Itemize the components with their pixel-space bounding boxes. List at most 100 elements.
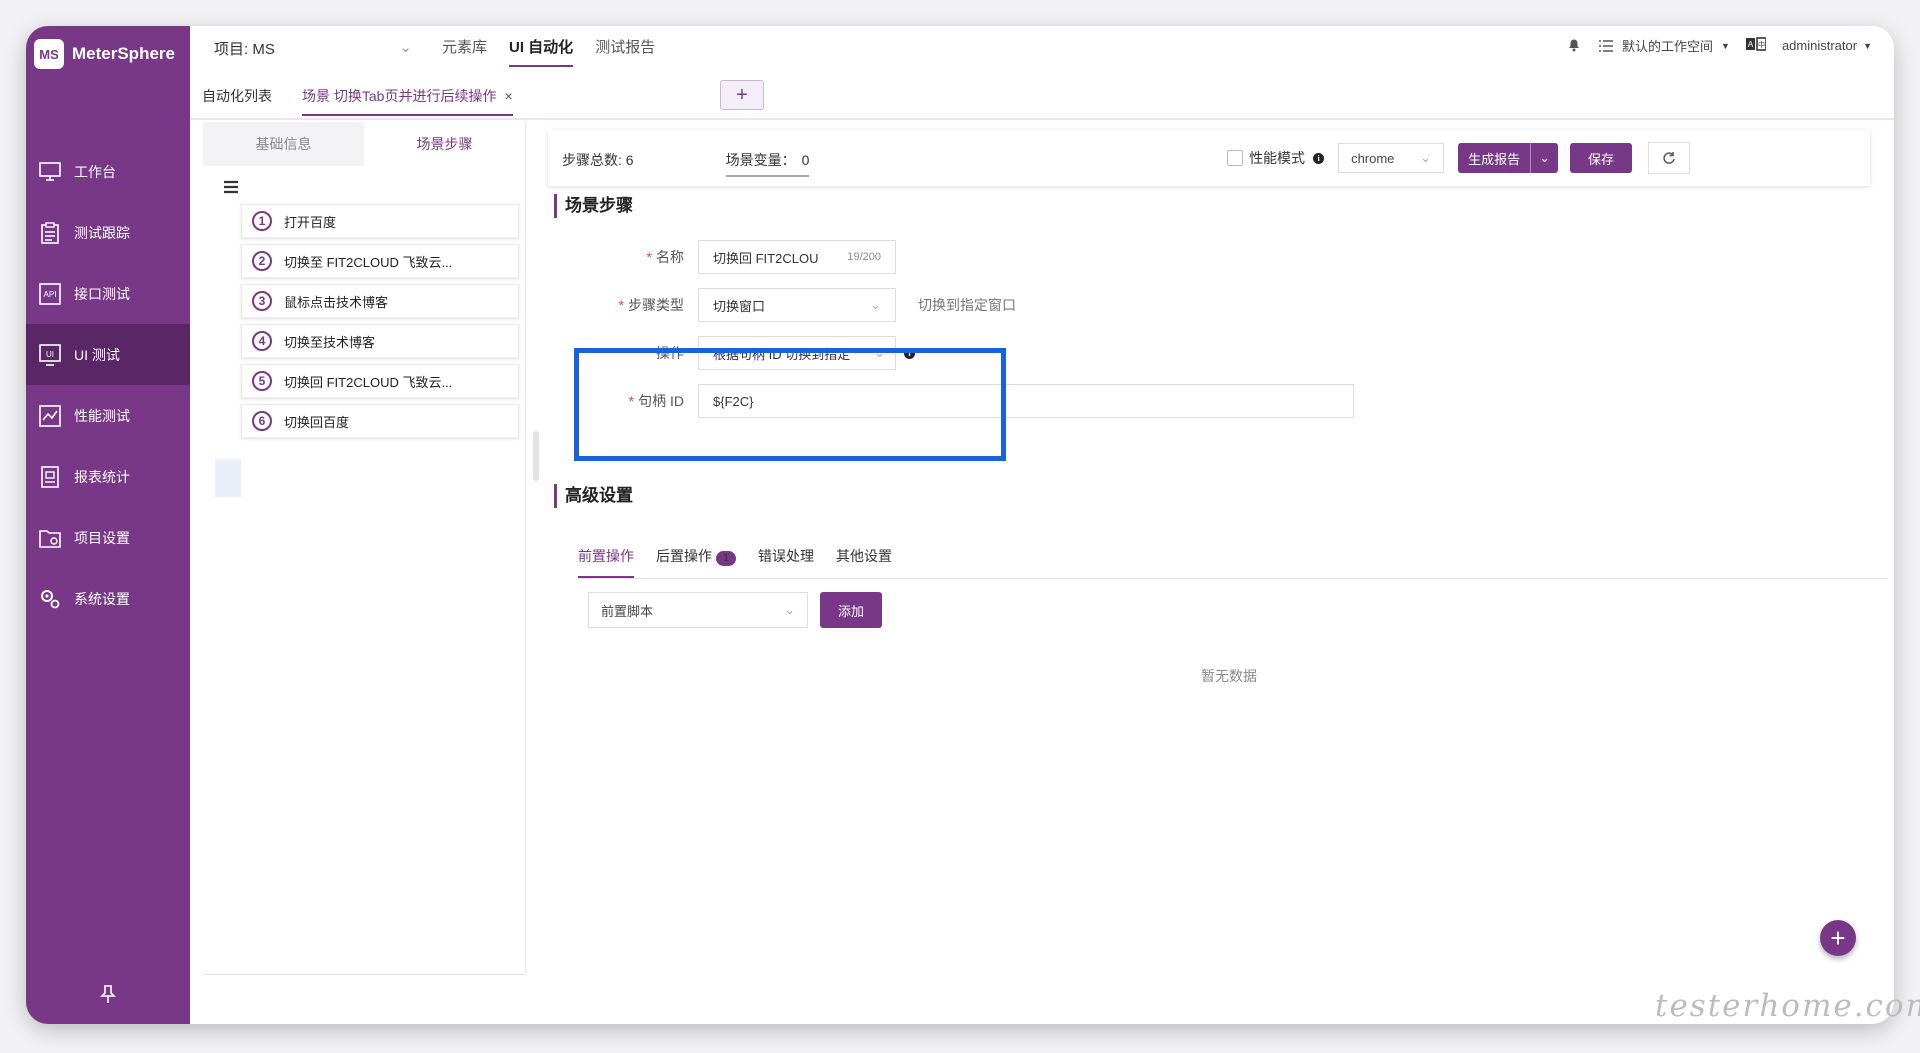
tab-post-operation[interactable]: 后置操作 1 (656, 546, 736, 578)
bell-icon[interactable] (1566, 36, 1582, 55)
annotation-highlight-box (574, 348, 1006, 461)
sidebar-item-test-track[interactable]: 测试跟踪 (26, 202, 190, 263)
tab-scenario-label: 场景 切换Tab页并进行后续操作 (302, 88, 497, 104)
step-item[interactable]: 1 打开百度 (241, 204, 519, 238)
user-menu[interactable]: administrator ▼ (1782, 38, 1872, 53)
logo-icon: MS (34, 39, 64, 69)
step-type-note: 切换到指定窗口 (918, 297, 1016, 313)
workspace-label: 默认的工作空间 (1622, 39, 1714, 54)
user-name: administrator (1781, 38, 1858, 53)
tab-other-settings[interactable]: 其他设置 (836, 546, 892, 578)
sidebar-item-ui-test[interactable]: UI UI 测试 (26, 324, 190, 385)
chart-line-icon (38, 404, 62, 428)
step-label: 切换至技术博客 (284, 334, 376, 350)
panel-tabs: 基础信息 场景步骤 (203, 122, 525, 166)
tab-error-handling[interactable]: 错误处理 (758, 546, 814, 578)
menu-icon[interactable] (223, 180, 241, 196)
report-icon (38, 465, 62, 489)
perf-mode-checkbox[interactable]: 性能模式 i (1227, 148, 1325, 168)
step-tree-panel: 基础信息 场景步骤 1 打开百度 2 切换至 FIT2CLOUD 飞致云... 3鼠… (203, 122, 526, 975)
checkbox-box (1227, 150, 1244, 166)
step-item[interactable]: 3 鼠标点击技术博客 (241, 284, 519, 318)
app-name: MeterSphere (72, 44, 175, 63)
empty-state-text: 暂无数据 (1201, 668, 1257, 684)
step-type-label-text: 步骤类型 (628, 297, 684, 313)
sidebar-item-system-settings[interactable]: 系统设置 (26, 568, 190, 629)
sidebar-item-performance-test[interactable]: 性能测试 (26, 385, 190, 446)
step-label: 打开百度 (284, 214, 337, 230)
step-item[interactable]: 2 切换至 FIT2CLOUD 飞致云... (241, 244, 519, 278)
top-header: 项目: MS ⌄ 元素库 UI 自动化 测试报告 默认的工作空间 ▼ A中 ad… (190, 26, 1894, 72)
scene-variables-link[interactable]: 场景变量： 0 (725, 150, 810, 177)
save-button[interactable]: 保存 (1569, 143, 1632, 173)
workspace-selector[interactable]: 默认的工作空间 ▼ (1598, 36, 1730, 55)
sidebar-item-label: UI 测试 (74, 346, 120, 363)
header-right: 默认的工作空间 ▼ A中 administrator ▼ (1566, 36, 1872, 55)
browser-select[interactable]: chrome ⌄ (1338, 143, 1445, 173)
nav-test-report[interactable]: 测试报告 (595, 36, 655, 67)
watermark: testerhome.com (1655, 988, 1920, 1024)
step-number: 1 (252, 211, 272, 231)
caret-down-icon: ▼ (1863, 40, 1872, 51)
add-step-button[interactable]: + (1820, 920, 1856, 956)
panel-resize-handle[interactable] (533, 431, 539, 481)
step-total: 步骤总数: 6 (562, 152, 634, 168)
sidebar-item-workbench[interactable]: 工作台 (26, 141, 190, 202)
step-item[interactable]: 6 切换回百度 (241, 404, 519, 438)
tab-automation-list[interactable]: 自动化列表 (202, 86, 272, 106)
app-logo[interactable]: MS MeterSphere (34, 34, 175, 74)
caret-down-icon: ▼ (1721, 40, 1730, 51)
sidebar-item-label: 项目设置 (74, 529, 130, 546)
sidebar-item-label: 报表统计 (74, 468, 130, 485)
step-number: 2 (252, 251, 272, 271)
step-type-select[interactable]: 切换窗口 ⌄ (698, 288, 896, 322)
step-number: 4 (252, 331, 272, 351)
clipboard-icon (38, 221, 62, 245)
project-selector[interactable]: 项目: MS ⌄ (214, 38, 412, 59)
api-icon: API (38, 282, 62, 306)
section-title-steps: 场景步骤 (554, 194, 633, 218)
svg-text:中: 中 (1758, 40, 1765, 49)
language-icon[interactable]: A中 (1745, 37, 1767, 54)
pre-script-value: 前置脚本 (601, 603, 654, 619)
section-title-advanced: 高级设置 (554, 484, 633, 508)
svg-text:A: A (1748, 40, 1754, 49)
sidebar: MS MeterSphere 工作台 测试跟踪 API 接口测试 UI UI 测… (26, 26, 190, 1024)
tab-scenario-steps[interactable]: 场景步骤 (364, 122, 525, 166)
step-type-label: * 步骤类型 (578, 295, 698, 315)
generate-report-button[interactable]: 生成报告 ⌄ (1458, 143, 1558, 173)
pin-icon[interactable] (98, 984, 118, 1004)
step-label: 鼠标点击技术博客 (284, 294, 389, 310)
nav-ui-automation[interactable]: UI 自动化 (509, 36, 574, 67)
name-input[interactable]: 切换回 FIT2CLOU 19/200 (698, 240, 896, 274)
nav-element-library[interactable]: 元素库 (442, 36, 487, 67)
refresh-icon[interactable] (1648, 142, 1690, 174)
svg-text:UI: UI (46, 350, 54, 359)
tab-pre-operation[interactable]: 前置操作 (578, 546, 634, 578)
sidebar-item-project-settings[interactable]: 项目设置 (26, 507, 190, 568)
step-label: 切换回 FIT2CLOUD 飞致云... (284, 374, 453, 390)
perf-mode-label: 性能模式 (1249, 150, 1306, 166)
step-label: 切换回百度 (284, 414, 350, 430)
sidebar-item-label: 性能测试 (74, 407, 130, 424)
step-label: 切换至 FIT2CLOUD 飞致云... (284, 254, 453, 270)
step-item[interactable]: 4 切换至技术博客 (241, 324, 519, 358)
pre-script-select[interactable]: 前置脚本 ⌄ (588, 592, 808, 628)
browser-value: chrome (1351, 150, 1395, 166)
step-item[interactable]: 5 切换回 FIT2CLOUD 飞致云... (241, 364, 519, 398)
sidebar-item-api-test[interactable]: API 接口测试 (26, 263, 190, 324)
add-tab-button[interactable]: + (720, 80, 764, 110)
add-button[interactable]: 添加 (820, 592, 883, 628)
chevron-down-icon[interactable]: ⌄ (1530, 143, 1558, 173)
step-type-value: 切换窗口 (713, 298, 766, 314)
close-icon[interactable]: × (504, 88, 512, 104)
name-label-text: 名称 (656, 249, 684, 265)
char-counter: 19/200 (847, 251, 881, 263)
tab-basic-info[interactable]: 基础信息 (203, 122, 364, 166)
chevron-down-icon: ⌄ (399, 39, 412, 56)
scenario-summary: 步骤总数: 6 场景变量： 0 (562, 150, 810, 177)
tab-scenario[interactable]: 场景 切换Tab页并进行后续操作 × (302, 86, 513, 116)
step-number: 3 (252, 291, 272, 311)
sidebar-item-reports[interactable]: 报表统计 (26, 446, 190, 507)
app-window: MS MeterSphere 工作台 测试跟踪 API 接口测试 UI UI 测… (26, 26, 1894, 1024)
